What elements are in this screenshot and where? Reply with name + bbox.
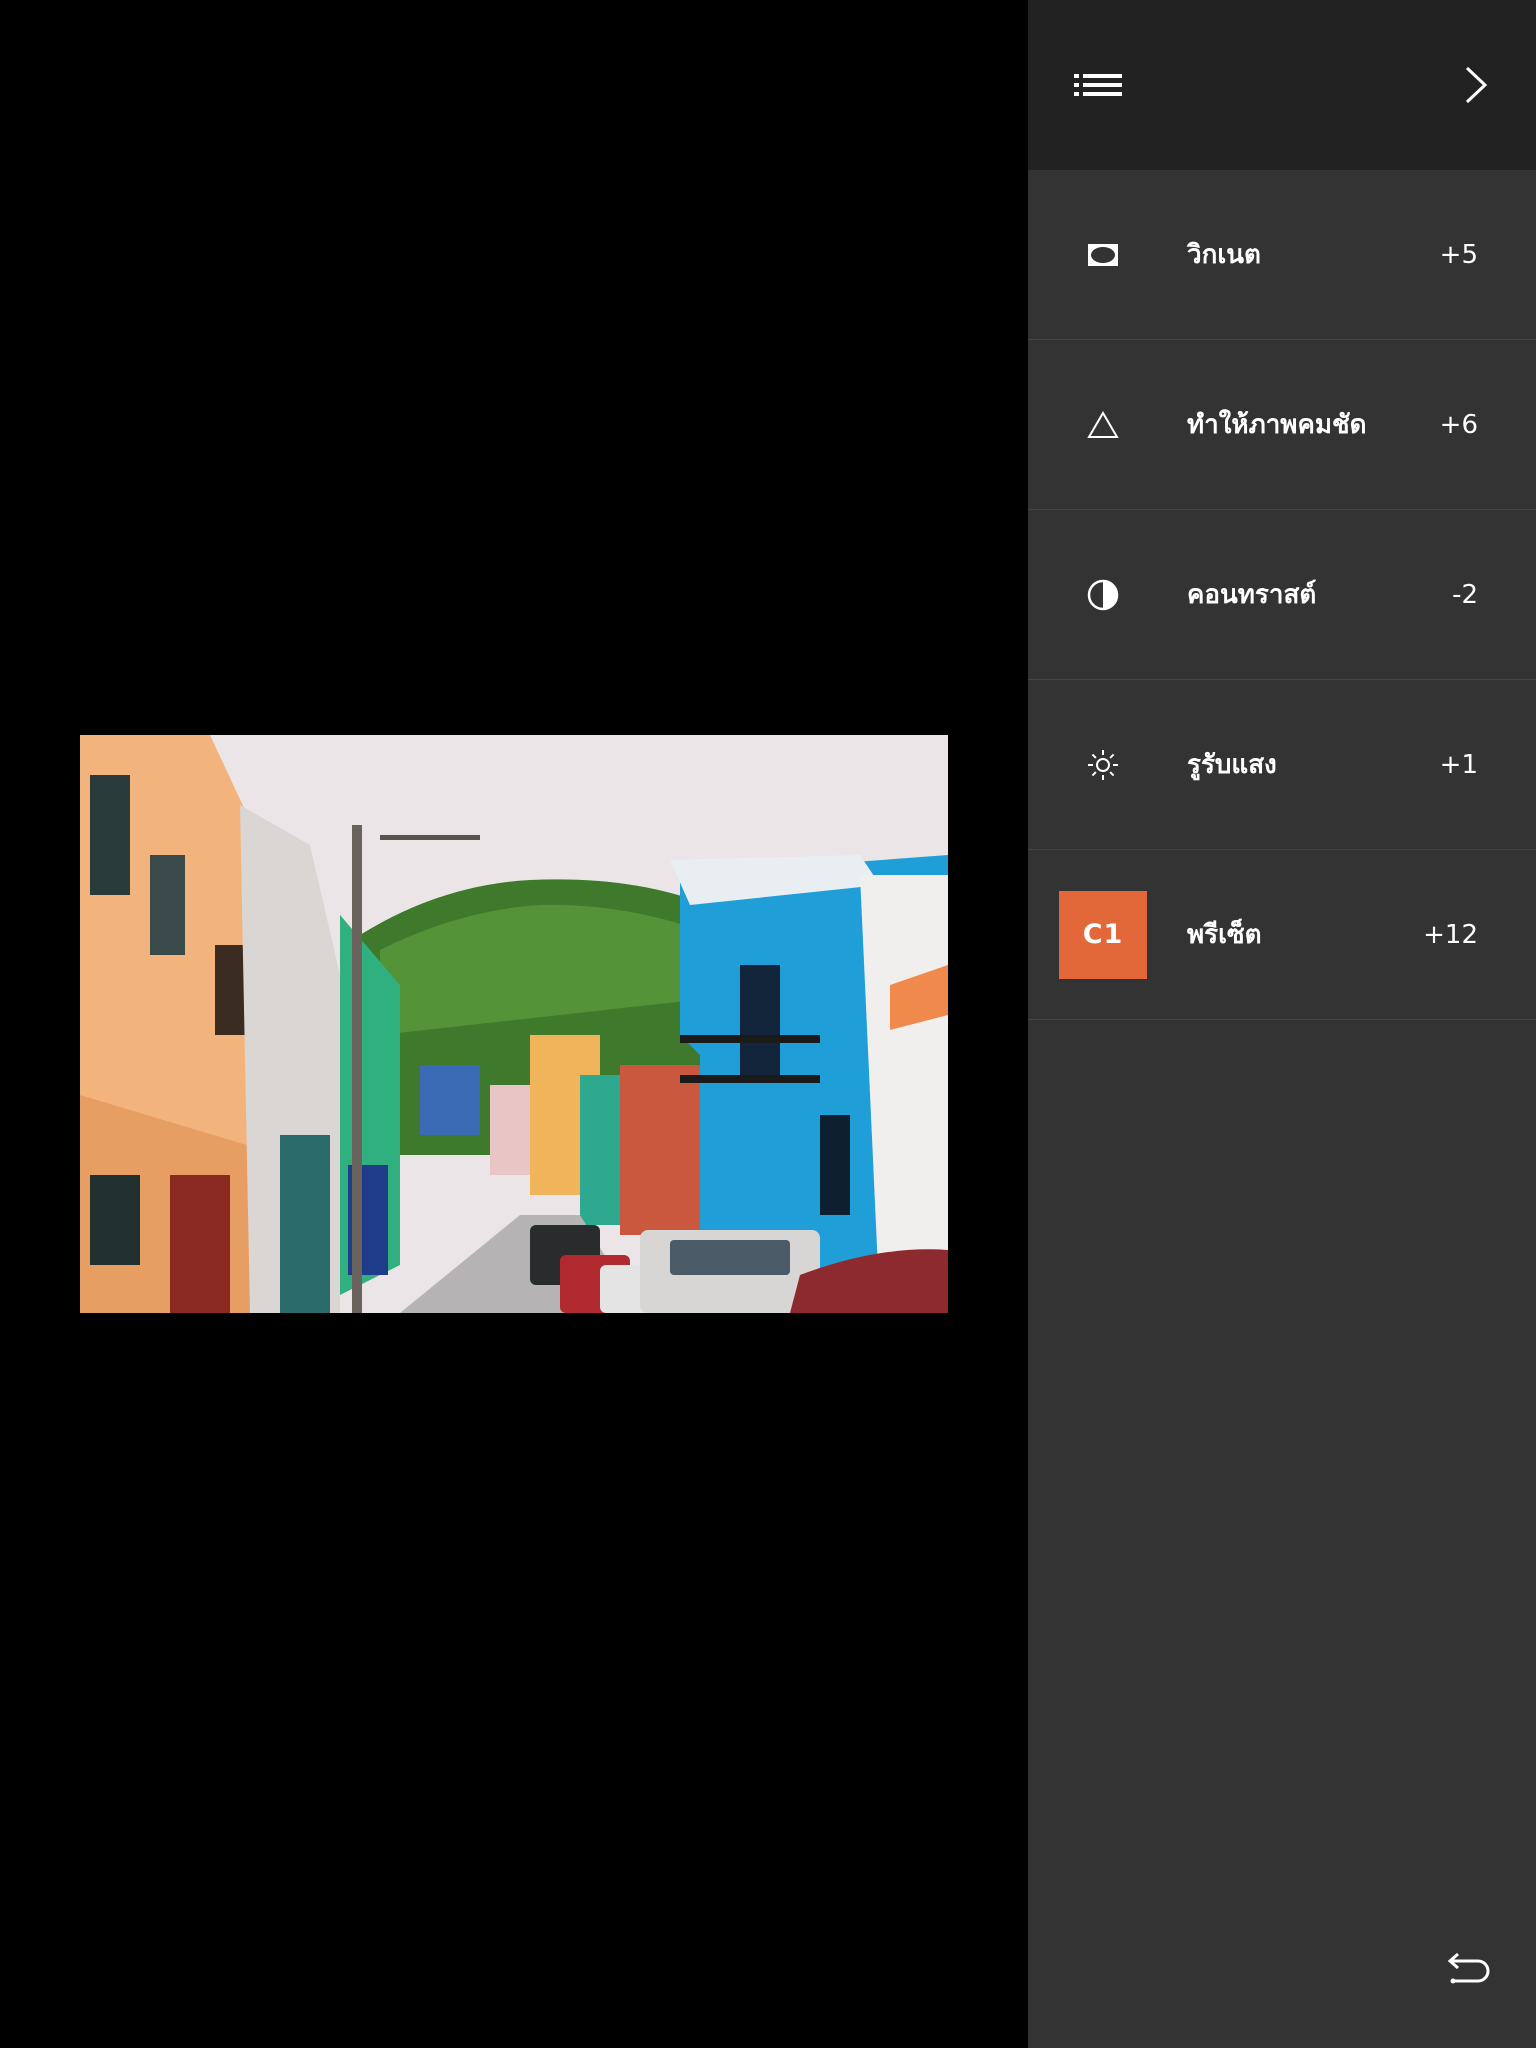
list-icon-glyph <box>1074 74 1122 96</box>
adjustments-panel: วิกเนต +5 ทำให้ภาพคมชัด +6 คอนทราสต์ -2 … <box>1028 0 1536 2048</box>
panel-header <box>1028 0 1536 170</box>
undo-glyph <box>1447 1952 1490 1984</box>
street-photo-image <box>80 735 948 1313</box>
sun-exposure-icon <box>1059 721 1147 809</box>
sharpen-triangle-icon <box>1059 381 1147 469</box>
preset-badge: C1 <box>1059 890 1147 979</box>
adjustment-row-preset[interactable]: C1 พรีเซ็ต +12 <box>1028 850 1536 1020</box>
adjustment-value: +12 <box>1423 919 1478 950</box>
adjustment-row-sharpen[interactable]: ทำให้ภาพคมชัด +6 <box>1028 340 1536 510</box>
adjustment-label: ทำให้ภาพคมชัด <box>1187 410 1367 440</box>
adjustment-value: -2 <box>1452 579 1478 610</box>
adjustment-value: +6 <box>1439 409 1478 440</box>
adjustment-label: คอนทราสต์ <box>1187 580 1317 610</box>
vignette-icon <box>1059 211 1147 299</box>
adjustment-row-contrast[interactable]: คอนทราสต์ -2 <box>1028 510 1536 680</box>
adjustment-value: +5 <box>1439 239 1478 270</box>
adjustments-list: วิกเนต +5 ทำให้ภาพคมชัด +6 คอนทราสต์ -2 … <box>1028 170 1536 1020</box>
chevron-right-icon[interactable] <box>1436 45 1516 125</box>
contrast-icon <box>1059 551 1147 639</box>
adjustment-row-exposure[interactable]: รูรับแสง +1 <box>1028 680 1536 850</box>
list-icon[interactable] <box>1058 45 1138 125</box>
adjustment-label: วิกเนต <box>1187 240 1261 270</box>
adjustment-value: +1 <box>1439 749 1478 780</box>
adjustment-row-vignette[interactable]: วิกเนต +5 <box>1028 170 1536 340</box>
chevron-right-glyph <box>1465 66 1488 104</box>
adjustment-label: รูรับแสง <box>1187 750 1277 780</box>
adjustment-label: พรีเซ็ต <box>1187 920 1262 950</box>
photo-preview[interactable] <box>80 735 948 1313</box>
photo-editor-app: วิกเนต +5 ทำให้ภาพคมชัด +6 คอนทราสต์ -2 … <box>0 0 1536 2048</box>
undo-icon[interactable] <box>1430 1930 1510 2010</box>
photo-viewport[interactable] <box>0 0 1028 2048</box>
